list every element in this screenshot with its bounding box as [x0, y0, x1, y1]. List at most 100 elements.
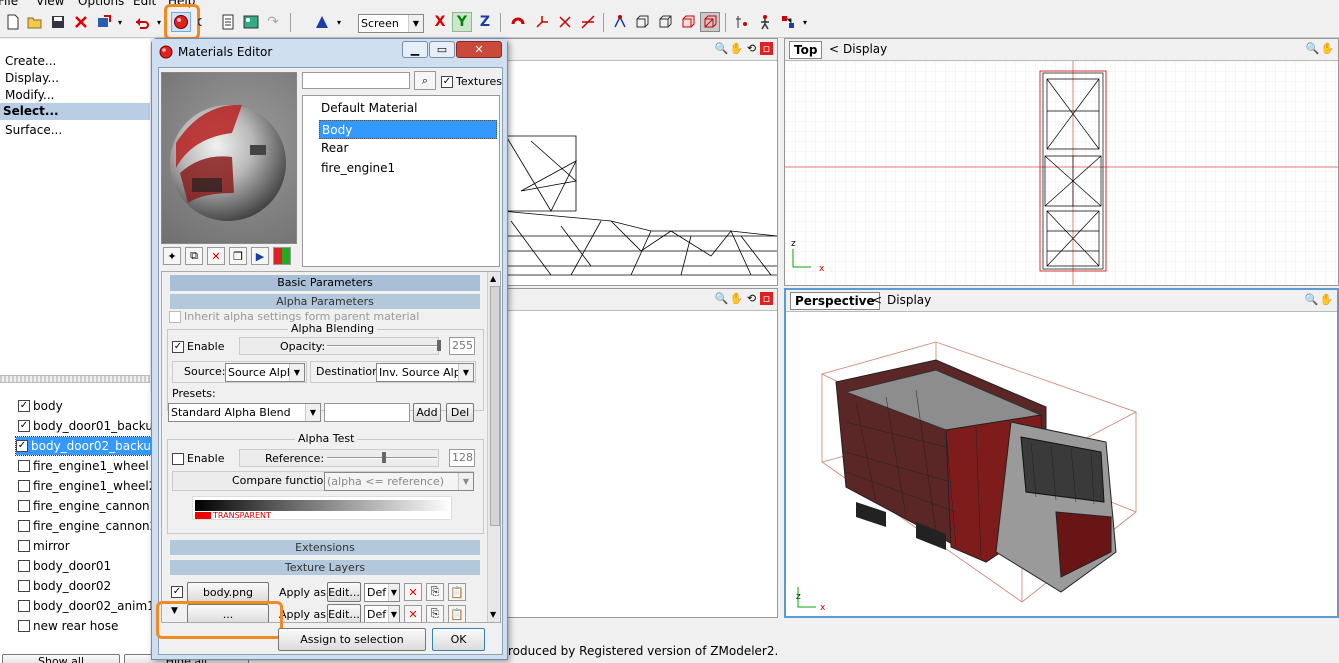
cmd-create[interactable]: Create...: [5, 54, 56, 68]
layer-enable-checkbox[interactable]: ✓: [171, 586, 183, 598]
pan-hand-icon[interactable]: ✋: [730, 42, 744, 55]
object-visibility-checkbox[interactable]: ✓: [18, 420, 30, 432]
paste-layer-icon[interactable]: 📋: [448, 605, 466, 622]
maximize-viewport-icon[interactable]: ▫: [760, 292, 773, 305]
menu-view[interactable]: View: [36, 0, 64, 8]
layer-mode-select[interactable]: Def ▼: [364, 605, 400, 622]
copy-material-icon[interactable]: ⧉: [185, 247, 203, 265]
remove-layer-icon[interactable]: ✕: [404, 583, 422, 601]
face-mode-icon[interactable]: [632, 12, 652, 32]
rotate-icon[interactable]: ⟲: [745, 292, 758, 305]
vertex-mode-icon[interactable]: [610, 12, 630, 32]
presets-select[interactable]: Standard Alpha Blend ▼: [168, 403, 321, 422]
object-visibility-checkbox[interactable]: [18, 500, 30, 512]
material-item[interactable]: Rear: [321, 141, 348, 155]
extensions-header[interactable]: Extensions: [170, 540, 480, 555]
menu-edit[interactable]: Edit: [133, 0, 156, 8]
select-vertices-icon[interactable]: [732, 12, 752, 32]
cmd-display[interactable]: Display...: [5, 71, 59, 85]
object-list-item[interactable]: ✓ body_door02_backup: [15, 436, 164, 456]
close-button[interactable]: ✕: [456, 41, 502, 58]
magnet-icon[interactable]: [508, 12, 528, 32]
textures-toggle[interactable]: ✓ Textures: [441, 75, 502, 88]
opacity-value[interactable]: 255: [449, 337, 475, 355]
chevron-left-icon[interactable]: <: [829, 42, 839, 56]
cmd-select[interactable]: Select...: [3, 104, 59, 118]
menu-file[interactable]: File: [0, 0, 18, 8]
material-item[interactable]: fire_engine1: [321, 161, 395, 175]
object-visibility-checkbox[interactable]: ✓: [16, 440, 28, 452]
duplicate-icon[interactable]: ❐: [229, 247, 247, 265]
panel-splitter[interactable]: [0, 375, 150, 383]
edit-layer-button[interactable]: Edit...: [327, 604, 361, 622]
compare-select[interactable]: (alpha <= reference) ▼: [324, 472, 474, 491]
pan-hand-icon[interactable]: ✋: [1321, 42, 1335, 55]
edit-layer-button[interactable]: Edit...: [327, 582, 361, 602]
zoom-icon[interactable]: 🔍: [1305, 293, 1319, 306]
viewport-display-menu[interactable]: Display: [887, 293, 931, 307]
ok-button[interactable]: OK: [432, 628, 485, 651]
copy-layer-icon[interactable]: ⎘: [426, 605, 444, 622]
viewport-name-tag[interactable]: Top: [789, 41, 823, 59]
cross-axis-icon[interactable]: [555, 12, 575, 32]
person-icon[interactable]: [755, 12, 775, 32]
basic-parameters-header[interactable]: Basic Parameters: [170, 275, 480, 291]
object-visibility-checkbox[interactable]: [18, 620, 30, 632]
object-visibility-checkbox[interactable]: [18, 600, 30, 612]
textures-checkbox[interactable]: ✓: [441, 75, 453, 88]
dropdown-arrow-icon[interactable]: ▾: [115, 12, 125, 32]
link-icon[interactable]: [198, 12, 212, 32]
material-item-selected[interactable]: Body: [319, 120, 497, 139]
undo-material-icon[interactable]: [132, 12, 152, 32]
reference-value[interactable]: 128: [449, 449, 475, 467]
axis-x-toggle[interactable]: X: [430, 12, 450, 32]
alpha-test-checkbox[interactable]: [172, 452, 184, 465]
maximize-viewport-icon[interactable]: ▫: [760, 42, 773, 55]
group-mode-icon[interactable]: [700, 12, 720, 32]
inherit-alpha-checkbox[interactable]: [169, 310, 181, 323]
object-visibility-checkbox[interactable]: [18, 540, 30, 552]
minimize-button[interactable]: ▁: [402, 41, 428, 58]
add-preset-button[interactable]: Add: [413, 403, 441, 422]
dropdown-arrow-icon[interactable]: ▾: [800, 12, 810, 32]
scroll-up-icon[interactable]: ▲: [490, 274, 496, 283]
object-list-item[interactable]: ✓ body_door01_backup: [18, 417, 161, 435]
axis-y-toggle[interactable]: Y: [452, 12, 472, 32]
object-mode-icon[interactable]: [678, 12, 698, 32]
delete-icon[interactable]: [71, 12, 91, 32]
assign-to-selection-button[interactable]: Assign to selection: [278, 628, 426, 651]
paste-layer-icon[interactable]: 📋: [448, 583, 466, 601]
layer-mode-select[interactable]: Def ▼: [364, 583, 400, 602]
delete-material-icon[interactable]: ✕: [207, 247, 225, 265]
maximize-button[interactable]: ▭: [429, 41, 455, 58]
cmd-select-row[interactable]: Select...: [0, 103, 150, 120]
object-list-item[interactable]: new rear hose: [18, 617, 118, 635]
properties-scrollbar[interactable]: ▲ ▼: [487, 272, 500, 622]
binoculars-icon[interactable]: ⌕: [414, 71, 436, 90]
alpha-blend-enable[interactable]: ✓ Enable: [172, 340, 224, 353]
object-visibility-checkbox[interactable]: [18, 520, 30, 532]
viewport-display-menu[interactable]: Display: [843, 42, 887, 56]
object-list-item[interactable]: ✓ body: [18, 397, 63, 415]
object-list-item[interactable]: body_door02: [18, 577, 111, 595]
opacity-slider[interactable]: [327, 345, 437, 347]
menu-options[interactable]: Options: [78, 0, 124, 8]
source-select[interactable]: Source Alpha ▼: [225, 363, 305, 382]
delete-preset-button[interactable]: Del: [446, 403, 474, 422]
color-palette-icon[interactable]: [273, 247, 291, 265]
alpha-blend-checkbox[interactable]: ✓: [172, 340, 184, 353]
alpha-test-enable[interactable]: Enable: [172, 452, 224, 465]
vertex-icon[interactable]: [312, 12, 332, 32]
axis-gizmo-icon[interactable]: [532, 12, 552, 32]
copy-layer-icon[interactable]: ⎘: [426, 583, 444, 601]
object-list-item[interactable]: mirror: [18, 537, 70, 555]
hierarchy-icon[interactable]: [778, 12, 798, 32]
cmd-surface[interactable]: Surface...: [5, 123, 62, 137]
box-mode-icon[interactable]: [655, 12, 675, 32]
object-list-item[interactable]: body_door02_anim1: [18, 597, 155, 615]
move-axis-icon[interactable]: [578, 12, 598, 32]
document-icon[interactable]: [218, 12, 238, 32]
axis-z-toggle[interactable]: Z: [475, 12, 495, 32]
pan-hand-icon[interactable]: ✋: [1320, 293, 1334, 306]
remove-layer-icon[interactable]: ✕: [404, 605, 422, 622]
